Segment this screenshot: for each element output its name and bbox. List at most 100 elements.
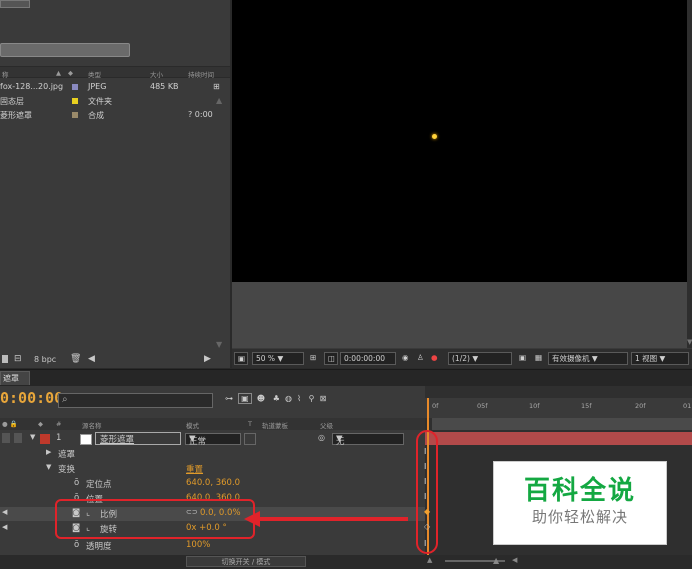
item-duration: ? 0:00 xyxy=(188,110,213,119)
trash-icon[interactable]: 🗑 xyxy=(70,354,81,364)
timeline-current-time[interactable]: 0:00:00 xyxy=(0,389,63,407)
graph-editor-icon[interactable]: ⌇ xyxy=(297,394,301,403)
keyframe-nav-icon[interactable]: ◀ xyxy=(2,508,7,516)
tab-label: 遮罩 xyxy=(3,374,19,383)
resolution-select[interactable]: (1/2) ▼ xyxy=(448,352,512,365)
draft-3d-icon[interactable]: ▣ xyxy=(238,393,252,404)
col-duration[interactable]: 持续时间 xyxy=(188,69,214,79)
timeline-column-header: ● 🔒 ◆ # 源名称 模式 T 轨道蒙板 父级 xyxy=(0,418,425,430)
keyframe-nav-icon[interactable]: ◀ xyxy=(2,523,7,531)
zoom-out-icon[interactable]: ▲ xyxy=(427,556,432,564)
visibility-toggle[interactable] xyxy=(2,433,10,443)
interpret-footage-icon[interactable] xyxy=(2,355,8,363)
scroll-down-icon[interactable]: ▼ xyxy=(687,338,692,346)
magnification-select[interactable]: 50 % ▼ xyxy=(252,352,304,365)
layer-row[interactable]: ▼ 1 菱形遮罩 正常 ▼ ◎ 无 ▼ xyxy=(0,432,425,447)
stopwatch-icon[interactable]: ō xyxy=(74,540,79,550)
property-row[interactable]: ō 定位点 640.0, 360.0 xyxy=(0,477,425,491)
expand-triangle-icon[interactable]: ▶ xyxy=(46,448,51,456)
project-item[interactable]: 固态层 文件夹 ▲ xyxy=(0,94,230,108)
col-mode: 模式 xyxy=(186,422,199,430)
viewer-pasteboard xyxy=(232,282,687,348)
group-label: 变换 xyxy=(58,465,76,475)
layer-name[interactable]: 菱形遮罩 xyxy=(95,432,181,445)
timeline-search-input[interactable]: ⌕ xyxy=(58,393,213,408)
live-update-icon[interactable]: ⊠ xyxy=(320,394,327,403)
group-label: 遮罩 xyxy=(58,450,76,460)
property-value[interactable]: 100% xyxy=(186,540,210,550)
timeline-bottom-bar: 切换开关 / 模式 ▲ ▲ ◀ xyxy=(0,555,692,569)
preserve-transparency-box[interactable] xyxy=(244,433,256,445)
ruler-tick: 01 xyxy=(683,402,692,410)
always-preview-icon[interactable]: ▣ xyxy=(234,352,248,365)
scroll-left-icon[interactable]: ◀ xyxy=(512,556,517,564)
col-source-name[interactable]: 源名称 xyxy=(82,420,102,430)
blend-mode-select[interactable]: 正常 ▼ xyxy=(185,433,241,447)
viewer-scrollbar[interactable]: ▼ xyxy=(687,0,692,348)
label-tag-icon[interactable]: ◆ xyxy=(68,69,73,77)
comp-mini-flowchart-icon[interactable]: ⊶ xyxy=(225,394,233,403)
current-time-field[interactable]: 0:00:00:00 xyxy=(340,352,396,365)
ruler-tick: 05f xyxy=(477,402,488,410)
parent-select[interactable]: 无 ▼ xyxy=(332,433,404,447)
audio-toggle[interactable] xyxy=(14,433,22,443)
camera-select[interactable]: 有效摄像机 ▼ xyxy=(548,352,628,365)
scroll-down-icon[interactable]: ▼ xyxy=(216,340,222,349)
layer-index: 1 xyxy=(56,433,62,443)
layer-duration-bar[interactable] xyxy=(425,432,692,445)
col-size[interactable]: 大小 xyxy=(150,69,163,79)
group-row-masks[interactable]: ▶ 遮罩 xyxy=(0,447,425,461)
motion-blur-icon[interactable]: ◍ xyxy=(285,394,292,403)
reset-link[interactable]: 重置 xyxy=(186,463,203,475)
zoom-in-icon[interactable]: ▲ xyxy=(493,556,499,565)
label-color-swatch xyxy=(72,112,78,118)
stopwatch-icon[interactable]: ō xyxy=(74,478,79,488)
show-snapshot-icon[interactable]: ♙ xyxy=(414,352,426,365)
fast-previews-icon[interactable]: ▣ xyxy=(516,352,528,365)
new-composition-icon[interactable]: ⊟ xyxy=(14,354,22,364)
composition-canvas[interactable] xyxy=(232,0,687,282)
col-t: T xyxy=(248,420,252,428)
hide-shy-icon[interactable]: ☻ xyxy=(257,394,265,403)
property-value[interactable]: 640.0, 360.0 xyxy=(186,478,240,488)
ruler-tick: 0f xyxy=(432,402,439,410)
col-type[interactable]: 类型 xyxy=(88,69,101,79)
tab-timeline[interactable]: 遮罩 × xyxy=(0,371,30,393)
grid-icon[interactable]: ⊞ xyxy=(307,352,323,365)
pick-whip-icon[interactable]: ◎ xyxy=(318,433,325,442)
sort-arrow-icon[interactable]: ▲ xyxy=(56,69,61,77)
scroll-left-icon[interactable]: ◀ xyxy=(88,354,95,364)
watermark-logo: 百科全说 助你轻松解决 xyxy=(493,461,667,545)
transparency-grid-icon[interactable]: ▦ xyxy=(532,352,544,365)
project-top-button[interactable] xyxy=(0,0,30,8)
work-area-bar[interactable] xyxy=(432,418,692,430)
view-layout-value: 1 视图 xyxy=(635,354,658,363)
snapshot-icon[interactable]: ◉ xyxy=(399,352,411,365)
item-name: fox-128...20.jpg xyxy=(0,82,64,91)
brainstorm-icon[interactable]: ⚲ xyxy=(309,394,315,403)
view-layout-select[interactable]: 1 视图 ▼ xyxy=(631,352,689,365)
label-color-swatch[interactable] xyxy=(40,434,50,444)
project-item[interactable]: 菱形遮罩 合成 ? 0:00 xyxy=(0,108,230,122)
group-row-transform[interactable]: ▼ 变换 重置 xyxy=(0,462,425,476)
project-scrollbar[interactable]: ▼ xyxy=(214,78,228,349)
bit-depth-button[interactable]: 8 bpc xyxy=(34,355,56,364)
label-color-swatch xyxy=(72,84,78,90)
label-tag-icon: ◆ xyxy=(38,420,43,428)
scroll-right-icon[interactable]: ▶ xyxy=(204,354,211,364)
time-ruler[interactable]: 0f 05f 10f 15f 20f 01 xyxy=(425,398,692,418)
toggle-switches-modes-button[interactable]: 切换开关 / 模式 xyxy=(186,556,306,567)
camera-value: 有效摄像机 xyxy=(552,354,590,363)
layer-dot xyxy=(432,134,437,139)
frame-blending-icon[interactable]: ♣ xyxy=(273,394,280,403)
property-row[interactable]: ō 透明度 100% xyxy=(0,539,425,553)
expand-triangle-icon[interactable]: ▼ xyxy=(46,463,51,471)
expand-triangle-icon[interactable]: ▼ xyxy=(30,433,35,441)
channel-icon[interactable]: ● xyxy=(428,352,446,365)
project-item[interactable]: fox-128...20.jpg JPEG 485 KB ⊞ xyxy=(0,80,230,94)
col-number: # xyxy=(56,420,62,428)
parent-value: 无 xyxy=(336,437,345,447)
col-name[interactable]: 称 xyxy=(2,69,9,79)
project-search-input[interactable] xyxy=(0,43,130,57)
region-of-interest-icon[interactable]: ◫ xyxy=(324,352,338,365)
